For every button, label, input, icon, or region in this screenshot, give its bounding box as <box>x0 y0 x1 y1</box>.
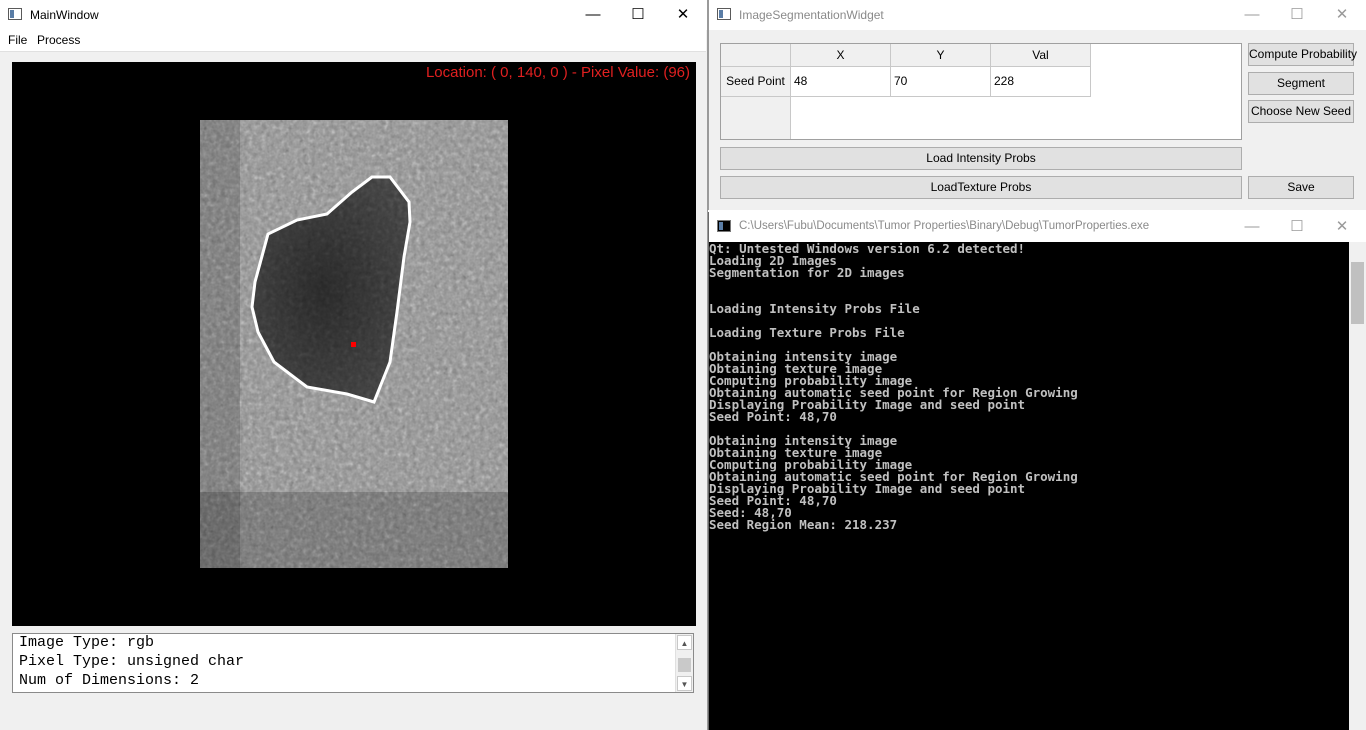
column-header-x[interactable]: X <box>791 44 891 67</box>
image-canvas <box>200 120 508 568</box>
location-readout: Location: ( 0, 140, 0 ) - Pixel Value: (… <box>425 64 690 81</box>
close-button[interactable]: ✕ <box>660 0 706 30</box>
console-icon <box>717 220 731 232</box>
segment-button[interactable]: Segment <box>1248 72 1354 95</box>
cell-val[interactable]: 228 <box>991 67 1091 97</box>
seg-titlebar[interactable]: ImageSegmentationWidget — ☐ ✕ <box>709 0 1366 30</box>
menu-file[interactable]: File <box>8 33 27 47</box>
cell-x[interactable]: 48 <box>791 67 891 97</box>
close-button[interactable]: ✕ <box>1319 212 1365 242</box>
maximize-button[interactable]: ☐ <box>615 0 661 30</box>
choose-new-seed-button[interactable]: Choose New Seed <box>1248 100 1354 123</box>
app-window-icon <box>717 8 731 20</box>
console-titlebar[interactable]: C:\Users\Fubu\Documents\Tumor Properties… <box>709 212 1366 242</box>
minimize-button[interactable]: — <box>1229 212 1275 242</box>
console-window: C:\Users\Fubu\Documents\Tumor Properties… <box>708 212 1366 730</box>
seed-point-table[interactable]: X Y Val Seed Point 48 70 228 <box>720 43 1242 140</box>
menu-process[interactable]: Process <box>37 33 80 47</box>
save-button[interactable]: Save <box>1248 176 1354 199</box>
cell-y[interactable]: 70 <box>891 67 991 97</box>
row-header-empty <box>721 97 791 139</box>
column-header-y[interactable]: Y <box>891 44 991 67</box>
console-scroll-thumb[interactable] <box>1351 262 1364 324</box>
scroll-up-icon[interactable]: ▲ <box>677 635 692 650</box>
console-scrollbar[interactable] <box>1349 242 1366 730</box>
scroll-down-icon[interactable]: ▼ <box>677 676 692 691</box>
load-intensity-probs-button[interactable]: Load Intensity Probs <box>720 147 1242 170</box>
table-corner <box>721 44 791 67</box>
console-output: Qt: Untested Windows version 6.2 detecte… <box>709 241 1078 532</box>
main-window: MainWindow — ☐ ✕ File Process Location: … <box>0 0 708 730</box>
scroll-thumb[interactable] <box>678 658 691 672</box>
row-header-seed-point[interactable]: Seed Point <box>721 67 791 97</box>
compute-probability-button[interactable]: Compute Probability <box>1248 43 1357 66</box>
app-window-icon <box>8 8 22 20</box>
info-scrollbar[interactable]: ▲ ▼ <box>675 634 693 692</box>
main-titlebar[interactable]: MainWindow — ☐ ✕ <box>0 0 707 30</box>
column-header-val[interactable]: Val <box>991 44 1091 67</box>
maximize-button[interactable]: ☐ <box>1274 212 1320 242</box>
maximize-button[interactable]: ☐ <box>1274 0 1320 30</box>
load-texture-probs-button[interactable]: LoadTexture Probs <box>720 176 1242 199</box>
segmentation-widget-window: ImageSegmentationWidget — ☐ ✕ X Y Val Se… <box>708 0 1366 210</box>
seg-window-title: ImageSegmentationWidget <box>739 8 884 22</box>
info-line-pixel-type: Pixel Type: unsigned char <box>19 653 245 670</box>
close-button[interactable]: ✕ <box>1319 0 1365 30</box>
menubar: File Process <box>0 30 706 52</box>
minimize-button[interactable]: — <box>570 0 616 30</box>
seed-point-marker <box>351 342 356 347</box>
info-line-image-type: Image Type: rgb <box>19 634 155 651</box>
info-line-dimensions: Num of Dimensions: 2 <box>19 672 200 689</box>
image-info-textbox[interactable]: Image Type: rgb Pixel Type: unsigned cha… <box>12 633 694 693</box>
main-window-title: MainWindow <box>30 8 99 22</box>
console-window-title: C:\Users\Fubu\Documents\Tumor Properties… <box>739 220 1150 232</box>
image-viewport[interactable]: Location: ( 0, 140, 0 ) - Pixel Value: (… <box>12 62 696 626</box>
minimize-button[interactable]: — <box>1229 0 1275 30</box>
